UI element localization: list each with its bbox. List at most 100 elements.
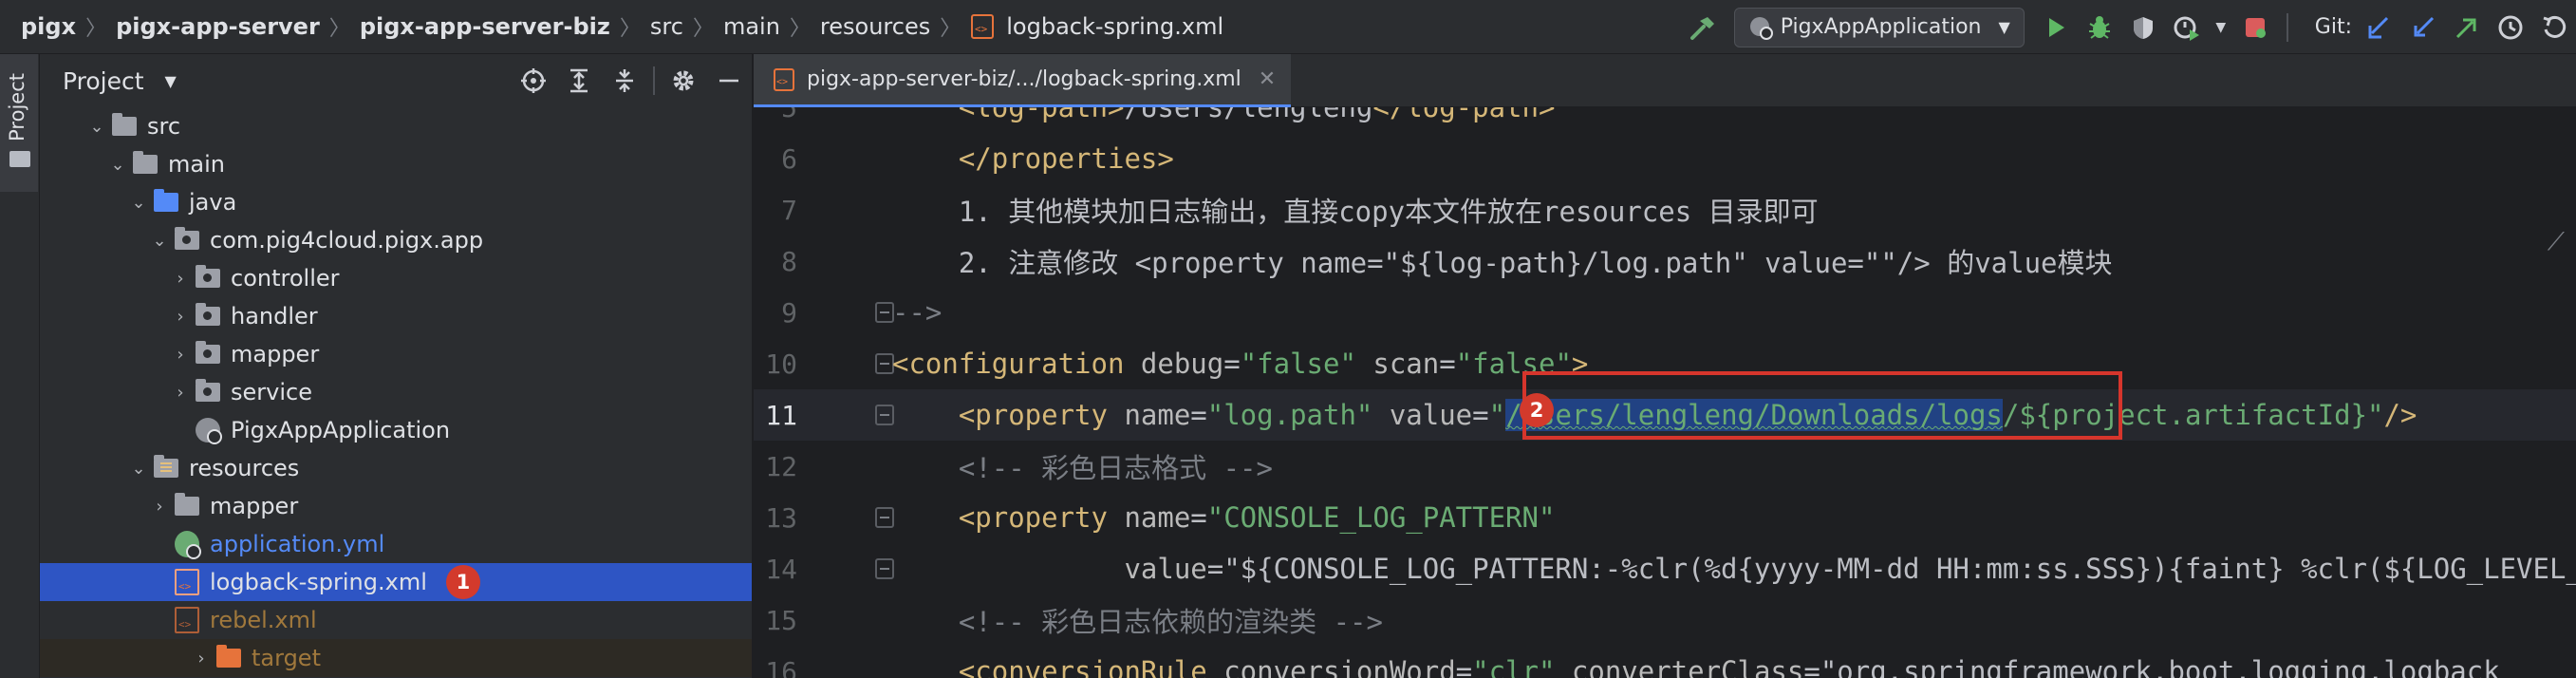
- project-tool-window-button[interactable]: Project: [0, 54, 38, 192]
- close-icon[interactable]: ✕: [1259, 67, 1276, 91]
- code-line[interactable]: 7 1. 其他模块加日志输出，直接copy本文件放在resources 目录即可: [754, 184, 2576, 235]
- tree-item-service[interactable]: › service: [40, 373, 752, 411]
- line-number: 12: [765, 450, 797, 482]
- tree-item-controller[interactable]: › controller: [40, 259, 752, 297]
- fold-toggle-icon[interactable]: [875, 558, 894, 579]
- editor-tab-bar: <> pigx-app-server-biz/.../logback-sprin…: [754, 54, 2576, 107]
- folder-icon: [133, 151, 158, 174]
- tree-item-application-class[interactable]: PigxAppApplication: [40, 411, 752, 449]
- line-number: 10: [765, 348, 797, 380]
- code-line[interactable]: 6 </properties>: [754, 133, 2576, 184]
- folder-icon: [9, 151, 30, 167]
- project-panel-header: Project ▼: [40, 54, 752, 107]
- code-line[interactable]: 8 2. 注意修改 <property name="${log-path}/lo…: [754, 235, 2576, 287]
- code-line[interactable]: 15 <!-- 彩色日志依赖的渲染类 -->: [754, 594, 2576, 646]
- chevron-right-icon[interactable]: ›: [171, 335, 190, 373]
- tree-item-handler[interactable]: › handler: [40, 297, 752, 335]
- chevron-down-icon[interactable]: ⌄: [129, 449, 148, 487]
- editor-tab-logback-spring[interactable]: <> pigx-app-server-biz/.../logback-sprin…: [754, 54, 1292, 107]
- tree-item-package-root[interactable]: ⌄ com.pig4cloud.pigx.app: [40, 221, 752, 259]
- breadcrumb-separator-icon: 〉: [692, 17, 714, 41]
- chevron-down-icon[interactable]: ⌄: [129, 183, 148, 221]
- xml-file-icon: [175, 569, 199, 595]
- fold-toggle-icon[interactable]: [875, 405, 894, 425]
- tree-item-java[interactable]: ⌄ java: [40, 183, 752, 221]
- tree-item-rebel-xml[interactable]: rebel.xml: [40, 601, 752, 639]
- source-folder-icon: [154, 189, 178, 212]
- tree-item-src[interactable]: ⌄ src: [40, 107, 752, 145]
- chevron-right-icon[interactable]: ›: [171, 259, 190, 297]
- chevron-down-icon[interactable]: ⌄: [108, 145, 127, 183]
- debug-icon[interactable]: [2078, 6, 2121, 49]
- breadcrumb-item-pigx[interactable]: pigx: [21, 13, 76, 40]
- chevron-down-icon[interactable]: ▼: [165, 72, 177, 90]
- run-configuration-select[interactable]: PigxAppApplication ▼: [1733, 7, 2025, 47]
- coverage-icon[interactable]: [2121, 6, 2165, 49]
- rollback-icon[interactable]: [2532, 6, 2576, 49]
- git-update-icon[interactable]: [2358, 6, 2401, 49]
- fold-toggle-icon[interactable]: [875, 353, 894, 374]
- code-text: 1. 其他模块加日志输出，直接copy本文件放在resources 目录即可: [892, 196, 1819, 228]
- package-icon: [196, 303, 220, 326]
- hammer-icon[interactable]: [1681, 6, 1725, 49]
- breadcrumb-item-main[interactable]: main: [723, 13, 780, 40]
- tree-item-logback-spring-xml[interactable]: logback-spring.xml 1: [40, 563, 752, 601]
- code-text: <!-- 彩色日志格式 -->: [892, 452, 1273, 484]
- fold-toggle-icon[interactable]: [875, 302, 894, 323]
- tree-item-resources-mapper[interactable]: › mapper: [40, 487, 752, 525]
- chevron-right-icon[interactable]: ›: [150, 487, 169, 525]
- chevron-right-icon[interactable]: ›: [171, 373, 190, 411]
- breadcrumb-item-app-server-biz[interactable]: pigx-app-server-biz: [360, 13, 610, 40]
- profile-icon[interactable]: [2165, 6, 2209, 49]
- inspection-icon[interactable]: ⟋: [2548, 228, 2565, 257]
- chevron-down-icon: ▼: [1998, 18, 2010, 36]
- tree-item-label: mapper: [231, 341, 320, 367]
- chevron-down-icon[interactable]: ▼: [2209, 6, 2233, 49]
- run-icon[interactable]: [2034, 6, 2078, 49]
- breadcrumb-separator-icon: 〉: [85, 17, 107, 41]
- tree-item-label: PigxAppApplication: [231, 417, 451, 443]
- tree-item-mapper[interactable]: › mapper: [40, 335, 752, 373]
- fold-toggle-icon[interactable]: [875, 507, 894, 528]
- tree-item-label: resources: [189, 455, 300, 481]
- tree-item-target[interactable]: › target: [40, 639, 752, 677]
- git-commit-icon[interactable]: [2401, 6, 2445, 49]
- tree-item-label: application.yml: [210, 531, 385, 557]
- toolbar-separator: [2286, 12, 2288, 42]
- breadcrumb-separator-icon: 〉: [940, 17, 961, 41]
- breadcrumb-item-file[interactable]: logback-spring.xml: [1006, 13, 1223, 40]
- project-stripe-label: Project: [6, 73, 28, 141]
- editor-tab-label: pigx-app-server-biz/.../logback-spring.x…: [807, 67, 1241, 91]
- breadcrumb-item-resources[interactable]: resources: [820, 13, 930, 40]
- code-line[interactable]: 16 <conversionRule conversionWord="clr" …: [754, 646, 2576, 678]
- tree-item-application-yml[interactable]: application.yml: [40, 525, 752, 563]
- spring-boot-icon: [1749, 16, 1773, 40]
- chevron-right-icon[interactable]: ›: [192, 639, 211, 677]
- code-line[interactable]: 14 value="${CONSOLE_LOG_PATTERN:-%clr(%d…: [754, 543, 2576, 594]
- package-icon: [196, 341, 220, 364]
- tree-item-resources[interactable]: ⌄ resources: [40, 449, 752, 487]
- chevron-down-icon[interactable]: ⌄: [87, 107, 106, 145]
- project-view-title[interactable]: Project: [63, 67, 144, 95]
- collapse-all-icon[interactable]: [602, 59, 647, 103]
- stop-icon[interactable]: [2233, 6, 2277, 49]
- chevron-right-icon[interactable]: ›: [171, 297, 190, 335]
- gear-icon[interactable]: [661, 59, 706, 103]
- select-opened-file-icon[interactable]: [511, 59, 556, 103]
- line-number: 15: [765, 604, 797, 636]
- chevron-down-icon[interactable]: ⌄: [150, 221, 169, 259]
- minimize-icon[interactable]: [706, 59, 752, 103]
- expand-all-icon[interactable]: [556, 59, 602, 103]
- breadcrumb-item-app-server[interactable]: pigx-app-server: [116, 13, 320, 40]
- tool-window-stripe: Project: [0, 54, 40, 678]
- code-line[interactable]: 12 <!-- 彩色日志格式 -->: [754, 441, 2576, 492]
- code-line[interactable]: 13 <property name="CONSOLE_LOG_PATTERN": [754, 492, 2576, 543]
- breadcrumb-item-src[interactable]: src: [650, 13, 683, 40]
- code-line[interactable]: 5 <log-path>/Users/lengleng</log-path>: [754, 107, 2576, 133]
- tree-item-label: src: [147, 113, 181, 140]
- tree-item-main[interactable]: ⌄ main: [40, 145, 752, 183]
- code-line[interactable]: 9 -->: [754, 287, 2576, 338]
- git-push-icon[interactable]: [2445, 6, 2489, 49]
- code-text: 2. 注意修改 <property name="${log-path}/log.…: [892, 247, 2113, 279]
- history-icon[interactable]: [2489, 6, 2532, 49]
